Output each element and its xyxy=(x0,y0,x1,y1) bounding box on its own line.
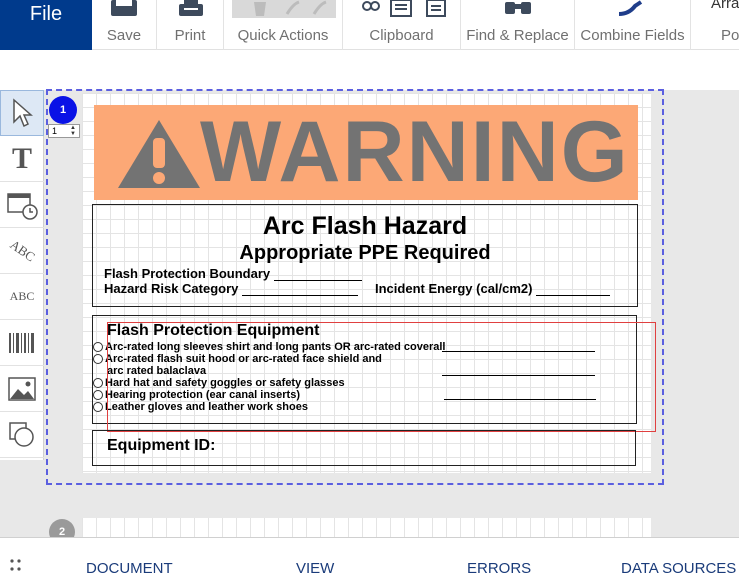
canvas-top-margin xyxy=(0,50,739,90)
risk-field: Hazard Risk Category xyxy=(104,281,359,296)
file-button[interactable]: File xyxy=(0,0,92,50)
radio-icon[interactable] xyxy=(93,378,103,389)
quick-actions-group[interactable]: Quick Actions xyxy=(224,0,343,50)
save-button[interactable]: Save xyxy=(92,0,157,50)
select-tool[interactable] xyxy=(0,90,44,136)
barcode-icon xyxy=(9,332,34,353)
save-icon xyxy=(111,0,137,16)
save-label: Save xyxy=(106,27,142,44)
picture-tool[interactable] xyxy=(0,366,44,412)
position-label: Pos xyxy=(721,27,739,44)
clipboard-group[interactable]: Clipboard xyxy=(343,0,461,50)
combine-fields-icon xyxy=(618,0,643,16)
hazard-title: Arc Flash Hazard xyxy=(262,212,468,240)
radio-icon[interactable] xyxy=(93,354,103,365)
label-page-2[interactable] xyxy=(82,518,651,538)
page-copies-stepper[interactable]: 1 ▲ ▼ xyxy=(48,124,80,138)
tab-errors[interactable]: ERRORS xyxy=(467,560,531,577)
combine-fields-button[interactable]: Combine Fields xyxy=(575,0,691,50)
arc-text-tool[interactable]: ABC xyxy=(0,228,44,274)
print-label: Print xyxy=(174,27,206,44)
tab-view[interactable]: VIEW xyxy=(296,560,334,577)
find-replace-button[interactable]: Find & Replace xyxy=(461,0,575,50)
shape-icon xyxy=(9,421,34,447)
arrange-label: Arra xyxy=(711,0,739,12)
shape-tool[interactable] xyxy=(0,412,44,458)
tab-document[interactable]: DOCUMENT xyxy=(86,560,173,577)
cursor-icon xyxy=(13,98,33,128)
warning-text: WARNING xyxy=(200,104,630,200)
tab-data-sources[interactable]: DATA SOURCES xyxy=(621,560,736,577)
print-icon xyxy=(179,0,203,16)
find-replace-label: Find & Replace xyxy=(466,27,569,44)
hazard-box[interactable]: Arc Flash Hazard Appropriate PPE Require… xyxy=(92,204,638,307)
selection-rectangle[interactable] xyxy=(107,322,656,432)
toolbox: T ABC ABC xyxy=(0,90,44,460)
drag-handle-icon[interactable] xyxy=(8,558,24,572)
calendar-clock-icon xyxy=(7,192,38,220)
energy-field: Incident Energy (cal/cm2) xyxy=(375,281,611,296)
text-icon: T xyxy=(11,141,32,175)
clipboard-label: Clipboard xyxy=(369,27,434,44)
page-copies-value: 1 xyxy=(52,126,58,136)
barcode-tool[interactable] xyxy=(0,320,44,366)
bottom-tab-bar: DOCUMENT VIEW ERRORS DATA SOURCES xyxy=(0,537,739,577)
stepper-arrows-icon[interactable]: ▲ ▼ xyxy=(68,125,78,137)
equipment-id-label: Equipment ID: xyxy=(107,437,216,454)
text-tool[interactable]: T xyxy=(0,136,44,182)
print-button[interactable]: Print xyxy=(157,0,224,50)
combine-fields-label: Combine Fields xyxy=(580,27,685,44)
ribbon: File Save Print Quick Actions Clipboard … xyxy=(0,0,739,50)
radio-icon[interactable] xyxy=(93,342,103,353)
text-line-icon: ABC xyxy=(9,289,35,303)
radio-icon[interactable] xyxy=(93,402,103,413)
picture-icon xyxy=(8,376,36,401)
clipboard-icon xyxy=(362,0,446,17)
warning-triangle-icon xyxy=(118,120,200,188)
equipment-id-box[interactable]: Equipment ID: xyxy=(92,430,636,466)
date-time-tool[interactable] xyxy=(0,182,44,228)
position-group[interactable]: Arra Pos xyxy=(691,0,739,50)
arc-text-icon: ABC xyxy=(7,236,38,264)
radio-icon[interactable] xyxy=(93,390,103,401)
quick-actions-label: Quick Actions xyxy=(237,27,329,44)
hazard-subtitle: Appropriate PPE Required xyxy=(239,242,491,264)
text-line-tool[interactable]: ABC xyxy=(0,274,44,320)
boundary-field: Flash Protection Boundary xyxy=(104,266,362,281)
binoculars-icon xyxy=(505,2,531,14)
quick-actions-icon xyxy=(232,0,336,18)
page-1-badge[interactable]: 1 xyxy=(49,96,77,124)
